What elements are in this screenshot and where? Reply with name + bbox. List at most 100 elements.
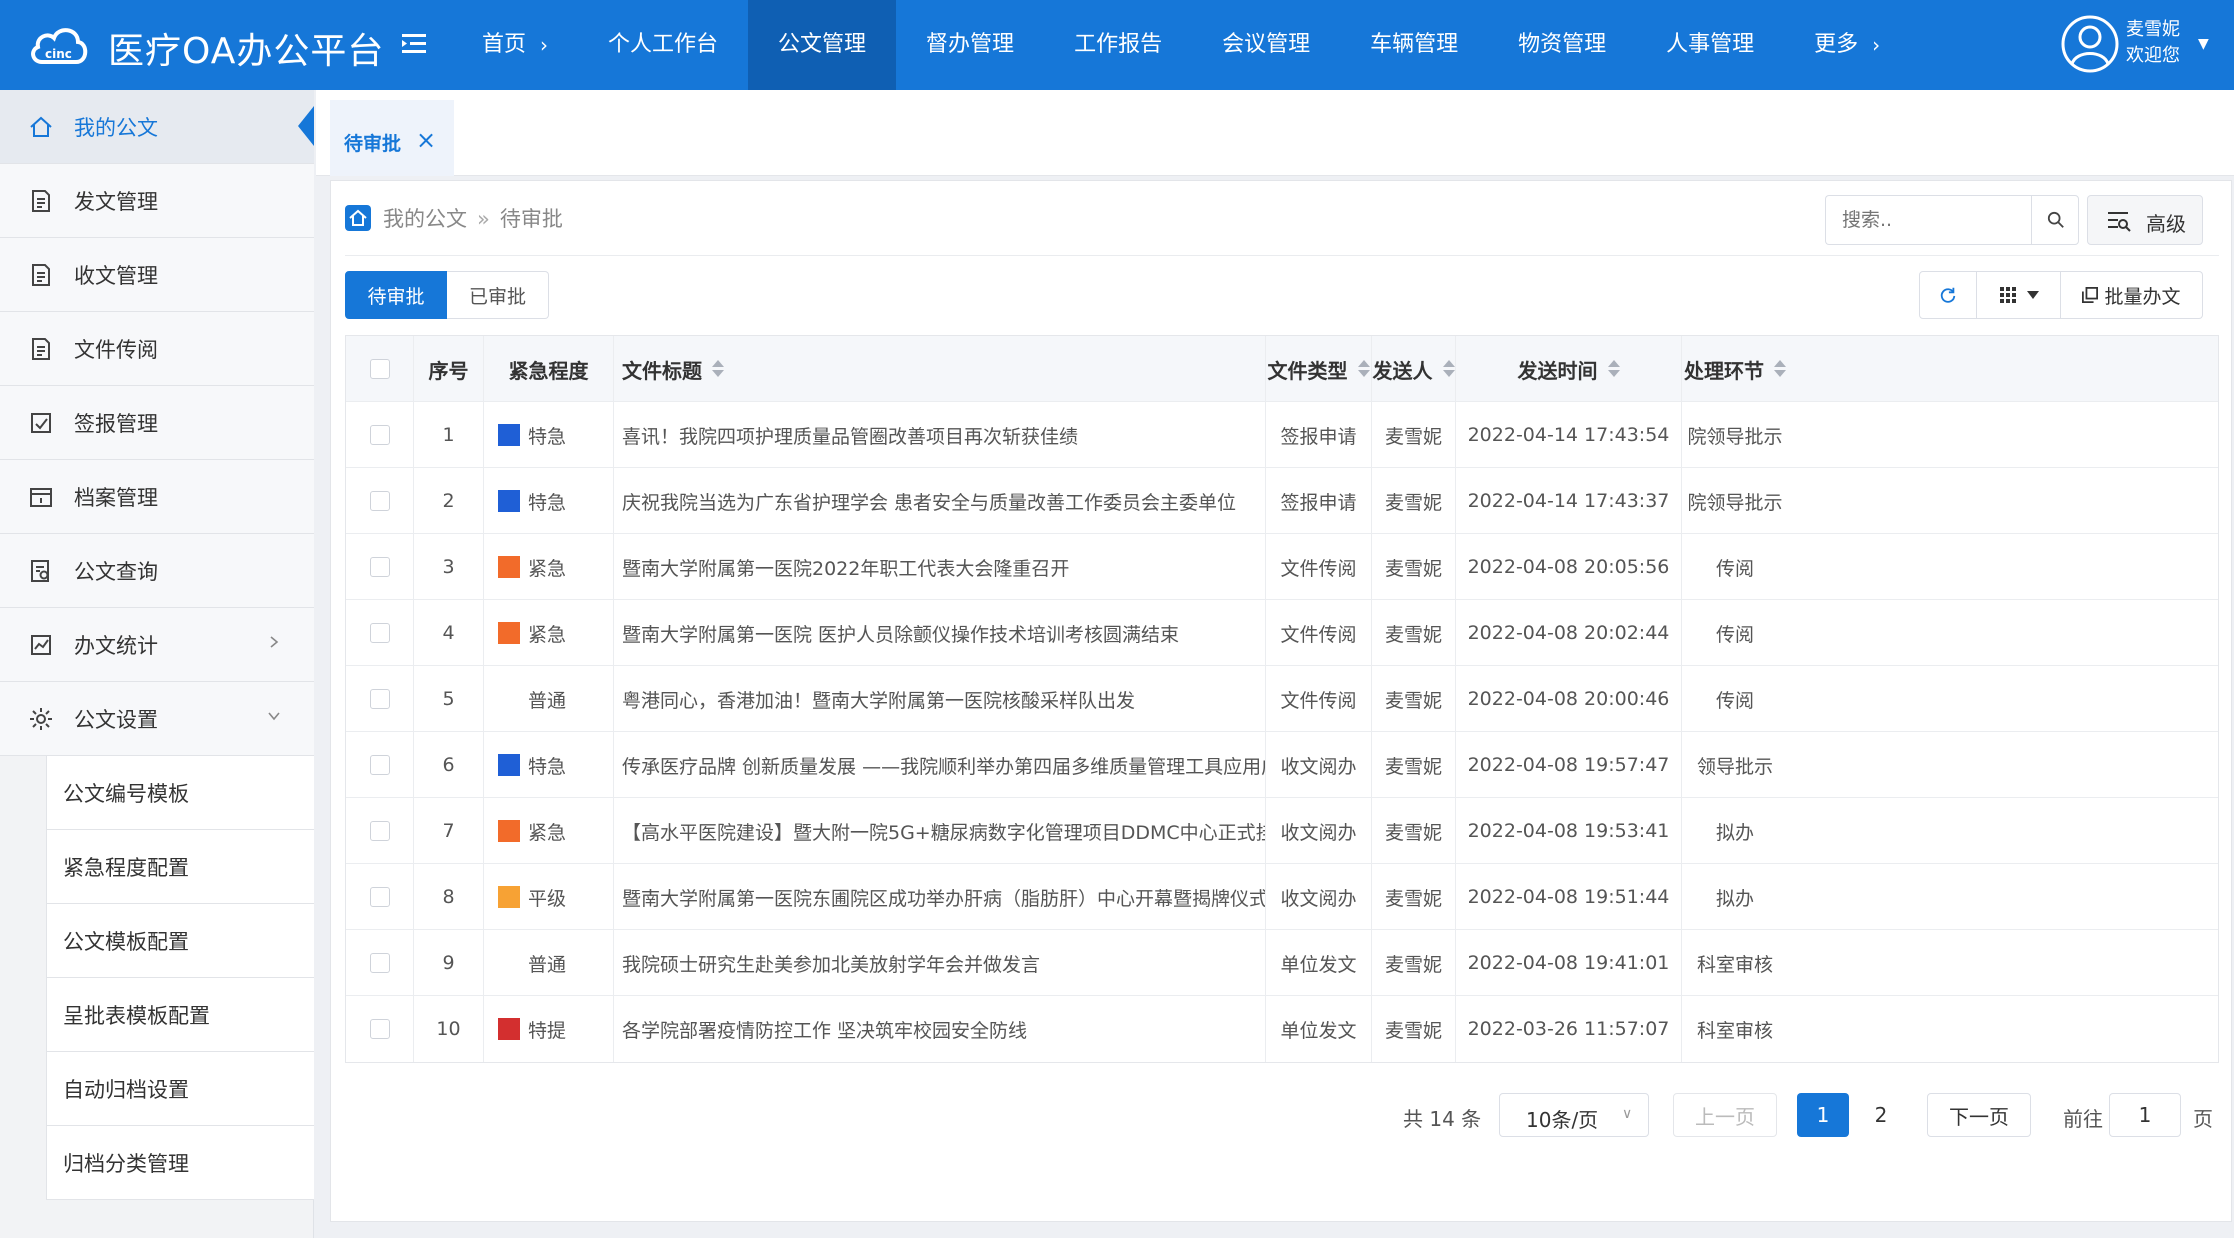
sidebar-item-label: 收文管理 bbox=[74, 264, 158, 288]
cell-urgency: 普通 bbox=[484, 930, 614, 996]
sort-icon[interactable] bbox=[1357, 360, 1370, 378]
row-checkbox[interactable] bbox=[369, 557, 390, 577]
table-row[interactable]: 7 紧急 【高水平医院建设】暨大附一院5G+糖尿病数字化管理项目DDMC中心正式挂牌… bbox=[346, 798, 2218, 864]
row-checkbox[interactable] bbox=[369, 887, 390, 907]
cell-type: 文件传阅 bbox=[1266, 600, 1372, 666]
menu-toggle-icon[interactable] bbox=[400, 30, 430, 58]
cell-no: 2 bbox=[414, 468, 484, 534]
search-input[interactable] bbox=[1825, 195, 2031, 245]
row-checkbox[interactable] bbox=[369, 623, 390, 643]
batch-process-button[interactable]: 批量办文 bbox=[2061, 271, 2203, 319]
nav-more[interactable]: 更多 › bbox=[1784, 0, 1910, 90]
sign-icon bbox=[31, 413, 51, 433]
table-row[interactable]: 8 平级 暨南大学附属第一医院东圃院区成功举办肝病（脂肪肝）中心开幕暨揭牌仪式 收文阅… bbox=[346, 864, 2218, 930]
next-page-button[interactable]: 下一页 bbox=[1927, 1093, 2031, 1137]
nav-hr[interactable]: 人事管理 bbox=[1636, 0, 1784, 90]
prev-page-button[interactable]: 上一页 bbox=[1673, 1093, 1777, 1137]
filter-approved-button[interactable]: 已审批 bbox=[447, 271, 549, 319]
sidebar-subitem-template-config[interactable]: 公文模板配置 bbox=[46, 904, 314, 978]
table-row[interactable]: 6 特急 传承医疗品牌 创新质量发展 ——我院顺利举办第四届多维质量管理工具应用成果… bbox=[346, 732, 2218, 798]
cell-title[interactable]: 暨南大学附属第一医院东圃院区成功举办肝病（脂肪肝）中心开幕暨揭牌仪式 bbox=[614, 864, 1266, 930]
tab-pending[interactable]: 待审批 × bbox=[330, 100, 454, 176]
row-checkbox[interactable] bbox=[369, 1019, 390, 1039]
header-title[interactable]: 文件标题 bbox=[614, 336, 1266, 402]
cell-title[interactable]: 暨南大学附属第一医院2022年职工代表大会隆重召开 bbox=[614, 534, 1266, 600]
table-row[interactable]: 2 特急 庆祝我院当选为广东省护理学会 患者安全与质量改善工作委员会主委单位 签报申请… bbox=[346, 468, 2218, 534]
sidebar-item-query[interactable]: 公文查询 bbox=[0, 534, 314, 608]
home-icon[interactable] bbox=[345, 205, 371, 231]
cell-title[interactable]: 粤港同心，香港加油！暨南大学附属第一医院核酸采样队出发 bbox=[614, 666, 1266, 732]
nav-meeting[interactable]: 会议管理 bbox=[1192, 0, 1340, 90]
sidebar-item-archive[interactable]: 档案管理 bbox=[0, 460, 314, 534]
cell-sender: 麦雪妮 bbox=[1372, 996, 1456, 1062]
cell-title[interactable]: 【高水平医院建设】暨大附一院5G+糖尿病数字化管理项目DDMC中心正式挂牌 bbox=[614, 798, 1266, 864]
filter-pending-button[interactable]: 待审批 bbox=[345, 271, 447, 319]
sort-icon[interactable] bbox=[1607, 360, 1620, 378]
sidebar-item-circulation[interactable]: 文件传阅 bbox=[0, 312, 314, 386]
user-name: 麦雪妮 bbox=[2126, 19, 2180, 40]
cell-title[interactable]: 传承医疗品牌 创新质量发展 ——我院顺利举办第四届多维质量管理工具应用成果大赛 bbox=[614, 732, 1266, 798]
row-checkbox[interactable] bbox=[369, 689, 390, 709]
sidebar-item-sign-report[interactable]: 签报管理 bbox=[0, 386, 314, 460]
cell-time: 2022-04-14 17:43:54 bbox=[1456, 402, 1682, 468]
cell-title[interactable]: 我院硕士研究生赴美参加北美放射学年会并做发言 bbox=[614, 930, 1266, 996]
page-size-select[interactable]: 10条/页 ∨ bbox=[1499, 1093, 1649, 1137]
nav-personal-workbench[interactable]: 个人工作台 bbox=[578, 0, 748, 90]
chevron-down-icon bbox=[268, 712, 280, 721]
document-icon bbox=[32, 338, 50, 360]
sidebar-item-my-documents[interactable]: 我的公文 bbox=[0, 90, 314, 164]
row-checkbox[interactable] bbox=[369, 491, 390, 511]
table-row[interactable]: 3 紧急 暨南大学附属第一医院2022年职工代表大会隆重召开 文件传阅 麦雪妮 2022-… bbox=[346, 534, 2218, 600]
nav-home[interactable]: 首页 › bbox=[452, 0, 578, 90]
nav-materials[interactable]: 物资管理 bbox=[1488, 0, 1636, 90]
cell-title[interactable]: 庆祝我院当选为广东省护理学会 患者安全与质量改善工作委员会主委单位 bbox=[614, 468, 1266, 534]
table-row[interactable]: 5 普通 粤港同心，香港加油！暨南大学附属第一医院核酸采样队出发 文件传阅 麦雪妮 202… bbox=[346, 666, 2218, 732]
nav-vehicle[interactable]: 车辆管理 bbox=[1340, 0, 1488, 90]
table-row[interactable]: 4 紧急 暨南大学附属第一医院 医护人员除颤仪操作技术培训考核圆满结束 文件传阅 麦雪妮… bbox=[346, 600, 2218, 666]
row-checkbox[interactable] bbox=[369, 755, 390, 775]
user-menu[interactable]: 麦雪妮 欢迎您 ▼ bbox=[2060, 14, 2230, 76]
row-checkbox[interactable] bbox=[369, 821, 390, 841]
cell-title[interactable]: 暨南大学附属第一医院 医护人员除颤仪操作技术培训考核圆满结束 bbox=[614, 600, 1266, 666]
page-2-button[interactable]: 2 bbox=[1855, 1093, 1907, 1137]
header-type[interactable]: 文件类型 bbox=[1266, 336, 1372, 402]
home-icon bbox=[30, 116, 52, 137]
row-checkbox[interactable] bbox=[369, 425, 390, 445]
nav-document-management[interactable]: 公文管理 bbox=[748, 0, 897, 90]
close-icon[interactable]: × bbox=[416, 125, 436, 155]
cell-title[interactable]: 喜讯！我院四项护理质量品管圈改善项目再次斩获佳绩 bbox=[614, 402, 1266, 468]
sort-icon[interactable] bbox=[712, 360, 724, 378]
header-sender[interactable]: 发送人 bbox=[1372, 336, 1456, 402]
sidebar-subitem-number-template[interactable]: 公文编号模板 bbox=[46, 756, 314, 830]
goto-page-input[interactable] bbox=[2109, 1093, 2181, 1137]
search-button[interactable] bbox=[2031, 195, 2079, 245]
sidebar-item-statistics[interactable]: 办文统计 bbox=[0, 608, 314, 682]
cell-title[interactable]: 各学院部署疫情防控工作 坚决筑牢校园安全防线 bbox=[614, 996, 1266, 1062]
page-suffix-label: 页 bbox=[2193, 1107, 2213, 1131]
sidebar-item-label: 公文设置 bbox=[74, 708, 158, 732]
sidebar-subitem-urgency-config[interactable]: 紧急程度配置 bbox=[46, 830, 314, 904]
row-checkbox[interactable] bbox=[369, 953, 390, 973]
sidebar-subitem-approval-form-config[interactable]: 呈批表模板配置 bbox=[46, 978, 314, 1052]
page-1-button[interactable]: 1 bbox=[1797, 1093, 1849, 1137]
urgency-color-square bbox=[498, 490, 520, 512]
sidebar-item-settings[interactable]: 公文设置 bbox=[0, 682, 314, 756]
select-all-checkbox[interactable] bbox=[369, 359, 390, 379]
table-row[interactable]: 1 特急 喜讯！我院四项护理质量品管圈改善项目再次斩获佳绩 签报申请 麦雪妮 2022-0… bbox=[346, 402, 2218, 468]
nav-work-report[interactable]: 工作报告 bbox=[1044, 0, 1192, 90]
sidebar-item-receive[interactable]: 收文管理 bbox=[0, 238, 314, 312]
breadcrumb-root[interactable]: 我的公文 bbox=[383, 207, 467, 231]
column-settings-button[interactable] bbox=[1977, 271, 2061, 319]
sort-icon[interactable] bbox=[1442, 360, 1455, 378]
sidebar-subitem-auto-archive[interactable]: 自动归档设置 bbox=[46, 1052, 314, 1126]
header-step[interactable]: 处理环节 bbox=[1682, 336, 1788, 402]
sort-icon[interactable] bbox=[1774, 360, 1786, 378]
table-row[interactable]: 9 普通 我院硕士研究生赴美参加北美放射学年会并做发言 单位发文 麦雪妮 2022-04-… bbox=[346, 930, 2218, 996]
refresh-button[interactable] bbox=[1919, 271, 1977, 319]
table-row[interactable]: 10 特提 各学院部署疫情防控工作 坚决筑牢校园安全防线 单位发文 麦雪妮 2022-03… bbox=[346, 996, 2218, 1062]
sidebar-item-dispatch[interactable]: 发文管理 bbox=[0, 164, 314, 238]
nav-supervision[interactable]: 督办管理 bbox=[896, 0, 1044, 90]
advanced-search-button[interactable]: 高级 bbox=[2087, 195, 2203, 245]
sidebar-subitem-archive-category[interactable]: 归档分类管理 bbox=[46, 1126, 314, 1200]
header-time[interactable]: 发送时间 bbox=[1456, 336, 1682, 402]
